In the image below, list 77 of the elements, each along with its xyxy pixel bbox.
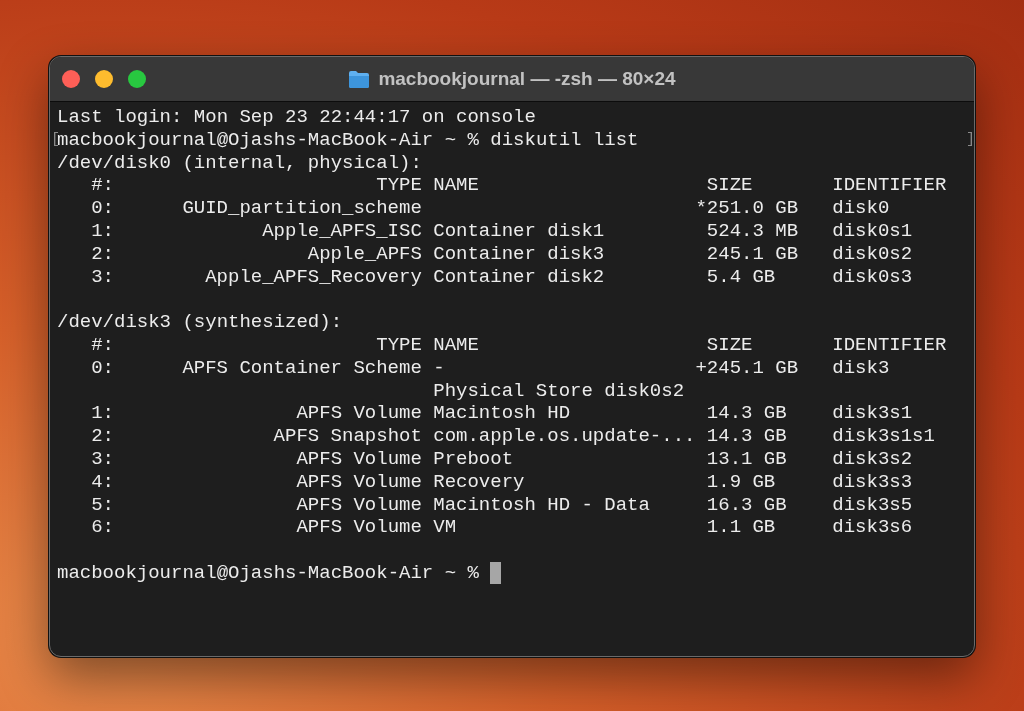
table-cell-text: 5:: [90, 493, 114, 517]
column-header: IDENTIFIER: [832, 333, 948, 357]
table-cell-text: disk3s5: [832, 493, 914, 517]
table-cell-text: 2:: [90, 242, 114, 266]
table-cell-text: 1.1 GB: [705, 516, 777, 540]
table-cell-text: Recovery: [433, 470, 526, 494]
table-cell-text: disk0s3: [832, 265, 914, 289]
table-cell-text: Container disk2: [433, 265, 606, 289]
mark-bracket: ]: [966, 129, 972, 150]
shell-prompt: macbookjournal@Ojashs-MacBook-Air ~ %: [57, 561, 479, 585]
table-cell-text: Macintosh HD: [433, 402, 572, 426]
table-cell-text: disk0s2: [832, 242, 914, 266]
column-header: TYPE: [375, 333, 422, 357]
table-cell-text: 2:: [90, 425, 114, 448]
table-cell-text: 4:: [90, 470, 114, 494]
table-cell-text: 3:: [90, 447, 114, 471]
table-cell-text: 1:: [90, 220, 114, 243]
table-cell-text: Apple_APFS: [306, 242, 422, 266]
column-header: SIZE: [705, 174, 754, 198]
table-cell-text: APFS Container Scheme: [181, 356, 422, 380]
table-cell-text: 0:: [90, 356, 114, 380]
command-line: macbookjournal@Ojashs-MacBook-Air ~ % diskutil list: [57, 128, 639, 152]
column-header: NAME: [433, 333, 480, 357]
table-cell-text: +245.1 GB: [695, 356, 800, 380]
table-cell-text: APFS Volume: [295, 516, 422, 540]
table-cell-text: 14.3 GB: [705, 402, 788, 426]
table-cell-text: Preboot: [433, 447, 515, 471]
table-cell-text: 1.9 GB: [705, 470, 777, 494]
table-cell-text: APFS Volume: [295, 447, 422, 471]
table-cell-text: 6:: [90, 516, 114, 540]
table-cell-text: disk3s3: [832, 470, 914, 494]
table-cell-text: disk3s2: [832, 447, 914, 471]
table-cell: com.apple.os.update-...: [433, 425, 696, 448]
table-cell-text: APFS Snapshot: [272, 425, 422, 448]
table-cell-text: 3:: [90, 265, 114, 289]
table-cell-text: Apple_APFS_Recovery: [204, 265, 422, 289]
table-cell-text: -: [433, 356, 446, 380]
table-cell-text: disk0s1: [832, 220, 914, 243]
table-cell-text: Physical Store disk0s2: [433, 379, 686, 403]
column-header: TYPE: [375, 174, 422, 198]
table-cell-text: *251.0 GB: [695, 197, 800, 220]
table-cell-text: disk3s6: [832, 516, 914, 540]
table-cell-text: APFS Volume: [295, 402, 422, 426]
table-cell-text: Container disk1: [433, 220, 606, 243]
disk-heading: /dev/disk0 (internal, physical):: [57, 151, 422, 174]
table-cell-text: 245.1 GB: [705, 242, 800, 266]
zoom-button[interactable]: [128, 70, 146, 88]
column-header: SIZE: [705, 333, 754, 357]
table-cell-text: APFS Volume: [295, 470, 422, 494]
table-cell-text: 14.3 GB: [705, 425, 788, 448]
table-cell-text: 5.4 GB: [705, 265, 777, 289]
column-header: IDENTIFIER: [832, 174, 948, 198]
minimize-button[interactable]: [95, 70, 113, 88]
close-button[interactable]: [62, 70, 80, 88]
table-cell-text: Container disk3: [433, 242, 606, 266]
mark-bracket: [: [51, 129, 57, 148]
table-cell-text: disk3s1s1: [832, 425, 936, 448]
login-message: Last login: Mon Sep 23 22:44:17 on console: [57, 106, 536, 128]
table-cell-text: 0:: [90, 197, 114, 220]
disk-heading: /dev/disk3 (synthesized):: [57, 311, 343, 334]
table-cell-text: GUID_partition_scheme: [181, 197, 422, 220]
table-cell-text: APFS Volume: [295, 493, 422, 517]
column-header: NAME: [433, 174, 480, 198]
window-title: macbookjournal — -zsh — 80×24: [378, 68, 676, 90]
column-header: #:: [90, 333, 114, 357]
table-cell-text: Macintosh HD - Data: [433, 493, 651, 517]
table-cell-text: disk3s1: [832, 402, 914, 426]
table-cell-text: disk0: [832, 197, 891, 220]
folder-icon: [348, 69, 371, 89]
table-cell-text: VM: [433, 516, 458, 540]
table-cell-text: disk3: [832, 356, 891, 380]
table-cell-text: 16.3 GB: [705, 493, 788, 517]
table-cell-text: Apple_APFS_ISC: [261, 220, 422, 243]
table-cell-text: 13.1 GB: [705, 447, 788, 471]
column-header: #:: [90, 174, 114, 198]
table-cell-text: 1:: [90, 402, 114, 426]
table-cell-text: 524.3 MB: [705, 220, 800, 243]
